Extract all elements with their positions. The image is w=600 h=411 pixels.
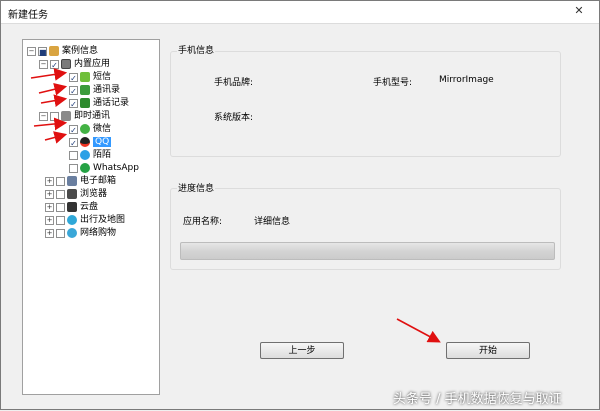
new-task-window: 新建任务 ✕ − ■ 案例信息 − ✓ 内置应用 ✓ 短信 ✓ 通讯录 ✓ 通话记录 − 即时通…: [0, 0, 600, 410]
arrow-start: [396, 318, 441, 343]
watermark-text: 头条号 / 手机数据恢复与取证: [393, 392, 562, 407]
arrow-sms: [30, 68, 68, 81]
arrow-wechat: [33, 117, 68, 131]
arrow-call-log: [40, 94, 68, 107]
annotation-arrows: [30, 68, 441, 343]
arrow-qq: [44, 131, 68, 144]
arrow-contacts: [38, 83, 68, 96]
